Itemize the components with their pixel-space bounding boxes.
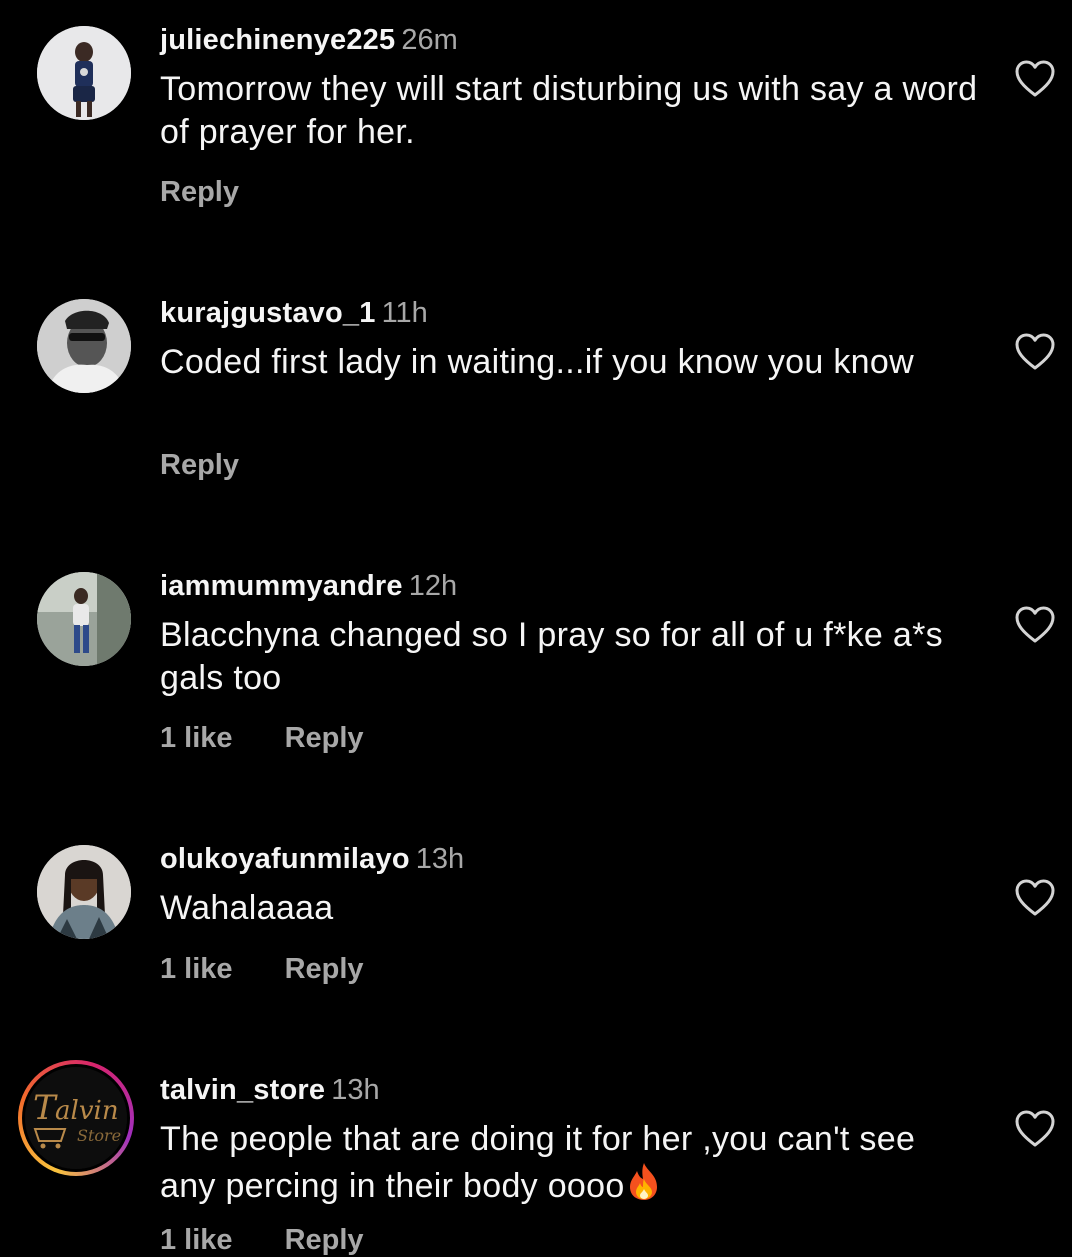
like-count[interactable]: 1 like [160,722,233,755]
heart-icon[interactable] [1015,879,1055,917]
avatar[interactable] [37,572,131,666]
heart-icon[interactable] [1015,60,1055,98]
reply-button[interactable]: Reply [285,953,364,986]
fire-emoji-icon [629,1163,657,1200]
avatar-person-icon [37,845,131,939]
avatar-person-icon [37,299,131,393]
comment-timestamp: 26m [401,24,458,56]
comment-timestamp: 13h [415,843,465,875]
svg-text:alvin: alvin [55,1096,119,1126]
comment-text: The people that are doing it for her ,yo… [160,1118,980,1208]
reply-button[interactable]: Reply [160,449,239,482]
avatar[interactable] [37,26,131,120]
comment-username[interactable]: juliechinenye225 [160,24,395,56]
comment-text: Tomorrow they will start disturbing us w… [160,70,978,151]
avatar-story-ring[interactable]: T alvin Store [18,1060,134,1176]
comment-username[interactable]: kurajgustavo_1 [160,297,376,329]
comment-username[interactable]: talvin_store [160,1074,325,1106]
comment-username[interactable]: iammummyandre [160,570,403,602]
avatar-person-icon [37,572,131,666]
comment-username[interactable]: olukoyafunmilayo [160,843,410,875]
heart-icon[interactable] [1015,606,1055,644]
reply-button[interactable]: Reply [285,1224,364,1257]
avatar[interactable] [37,845,131,939]
heart-icon[interactable] [1015,333,1055,371]
comment-timestamp: 11h [381,297,428,329]
reply-button[interactable]: Reply [285,722,364,755]
reply-button[interactable]: Reply [160,176,239,209]
heart-icon[interactable] [1015,1110,1055,1148]
comment-text-content: The people that are doing it for her ,yo… [160,1120,916,1205]
like-count[interactable]: 1 like [160,953,233,986]
avatar[interactable] [37,299,131,393]
comment-text: Coded first lady in waiting...if you kno… [160,343,914,381]
talvin-store-logo-icon: T alvin Store [25,1067,127,1169]
svg-text:Store: Store [77,1126,121,1145]
avatar-person-icon [37,26,131,120]
comment-timestamp: 12h [408,570,458,602]
like-count[interactable]: 1 like [160,1224,233,1257]
comment-text: Wahalaaaa [160,889,334,927]
comment-text: Blacchyna changed so I pray so for all o… [160,616,943,697]
comment-timestamp: 13h [331,1074,380,1106]
